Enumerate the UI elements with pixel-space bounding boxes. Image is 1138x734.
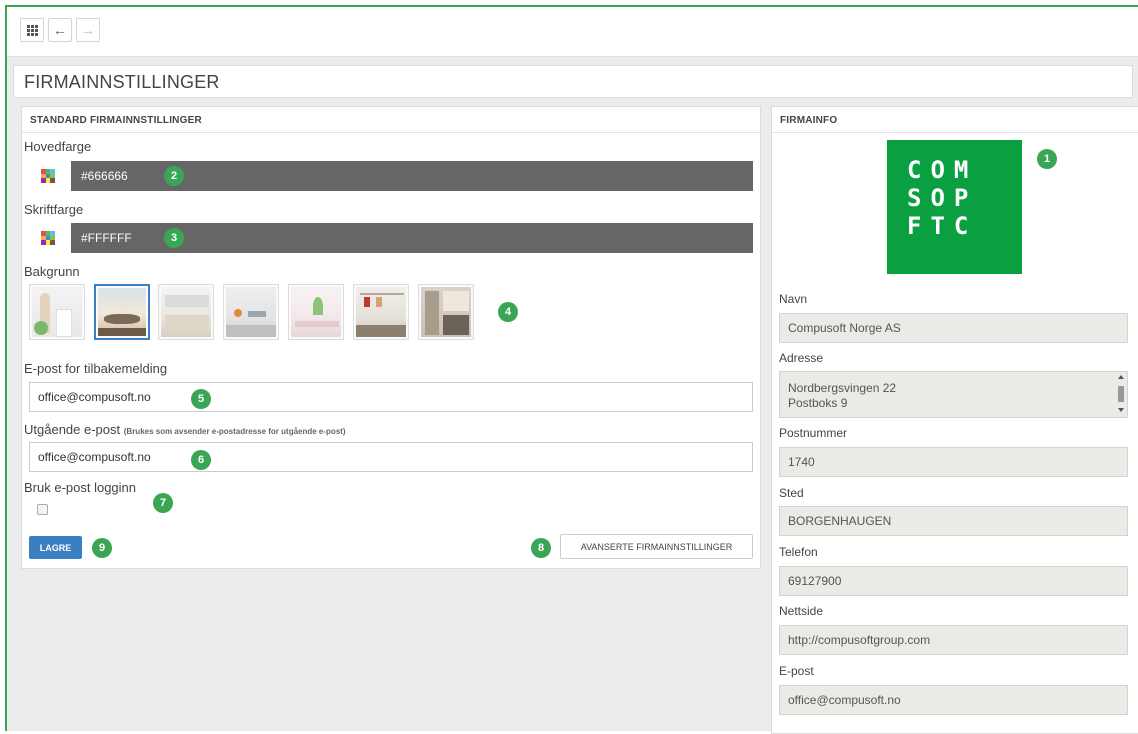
background-thumbnail[interactable]	[158, 284, 214, 340]
website-field[interactable]: http://compusoftgroup.com	[779, 625, 1128, 655]
color-palette-icon[interactable]	[41, 231, 55, 245]
callout-badge-6: 6	[191, 450, 211, 470]
callout-badge-4: 4	[498, 302, 518, 322]
address-field[interactable]: Nordbergsvingen 22 Postboks 9	[779, 371, 1128, 418]
background-thumbnail[interactable]	[288, 284, 344, 340]
font-color-value: #FFFFFF	[81, 231, 132, 245]
address-line: Nordbergsvingen 22	[788, 381, 897, 395]
scroll-up-icon[interactable]	[1118, 375, 1124, 379]
logo-line: COM	[907, 156, 978, 184]
app-frame: ← → FIRMAINNSTILLINGER STANDARD FIRMAINN…	[5, 5, 1138, 734]
callout-badge-7: 7	[153, 493, 173, 513]
callout-badge-2: 2	[164, 166, 184, 186]
outgoing-email-hint: (Brukes som avsender e-postadresse for u…	[123, 427, 346, 436]
email-field[interactable]: office@compusoft.no	[779, 685, 1128, 715]
outgoing-email-label-text: Utgående e-post	[24, 422, 121, 437]
logo-line: SOP	[907, 184, 978, 212]
panel-title: STANDARD FIRMAINNSTILLINGER	[22, 107, 760, 133]
grid-icon	[26, 24, 38, 36]
page-title: FIRMAINNSTILLINGER	[13, 65, 1133, 98]
website-value: http://compusoftgroup.com	[788, 633, 931, 647]
background-thumbnail-selected[interactable]	[94, 284, 150, 340]
apps-grid-button[interactable]	[20, 18, 44, 42]
arrow-right-icon: →	[81, 22, 95, 38]
background-thumbnail[interactable]	[418, 284, 474, 340]
callout-badge-8: 8	[531, 538, 551, 558]
logo-line: FTC	[907, 212, 978, 240]
phone-value: 69127900	[788, 574, 842, 588]
email-login-label: Bruk e-post logginn	[24, 480, 137, 495]
arrow-left-icon: ←	[53, 22, 67, 38]
phone-field[interactable]: 69127900	[779, 566, 1128, 596]
address-scrollbar[interactable]	[1116, 373, 1126, 415]
main-color-label: Hovedfarge	[24, 139, 92, 154]
save-button[interactable]: LAGRE	[29, 536, 82, 559]
name-label: Navn	[779, 292, 808, 306]
postnr-label: Postnummer	[779, 426, 848, 440]
name-value: Compusoft Norge AS	[788, 321, 901, 335]
advanced-settings-button[interactable]: AVANSERTE FIRMAINNSTILLINGER	[560, 534, 753, 559]
panel-title: FIRMAINFO	[772, 107, 1138, 133]
postnr-field[interactable]: 1740	[779, 447, 1128, 477]
website-label: Nettside	[779, 604, 824, 618]
background-thumbnail[interactable]	[353, 284, 409, 340]
email-value: office@compusoft.no	[788, 693, 901, 707]
place-field[interactable]: BORGENHAUGEN	[779, 506, 1128, 536]
place-value: BORGENHAUGEN	[788, 514, 892, 528]
top-toolbar: ← →	[7, 7, 1138, 57]
feedback-email-value: office@compusoft.no	[38, 390, 151, 404]
place-label: Sted	[779, 486, 804, 500]
email-label: E-post	[779, 664, 814, 678]
feedback-email-label: E-post for tilbakemelding	[24, 361, 168, 376]
background-thumbnail[interactable]	[223, 284, 279, 340]
outgoing-email-input[interactable]: office@compusoft.no	[29, 442, 753, 472]
background-label: Bakgrunn	[24, 264, 80, 279]
background-thumbnail[interactable]	[29, 284, 85, 340]
phone-label: Telefon	[779, 545, 818, 559]
company-logo: COM SOP FTC	[887, 140, 1022, 274]
scroll-thumb[interactable]	[1118, 386, 1124, 402]
forward-button[interactable]: →	[76, 18, 100, 42]
font-color-label: Skriftfarge	[24, 202, 84, 217]
address-label: Adresse	[779, 351, 824, 365]
main-color-value: #666666	[81, 169, 128, 183]
feedback-email-input[interactable]: office@compusoft.no	[29, 382, 753, 412]
callout-badge-9: 9	[92, 538, 112, 558]
callout-badge-3: 3	[164, 228, 184, 248]
callout-badge-1: 1	[1037, 149, 1057, 169]
color-palette-icon[interactable]	[41, 169, 55, 183]
name-field[interactable]: Compusoft Norge AS	[779, 313, 1128, 343]
email-login-checkbox[interactable]	[37, 504, 48, 515]
outgoing-email-label: Utgående e-post (Brukes som avsender e-p…	[24, 422, 346, 437]
scroll-down-icon[interactable]	[1118, 408, 1124, 412]
outgoing-email-value: office@compusoft.no	[38, 450, 151, 464]
postnr-value: 1740	[788, 455, 815, 469]
back-button[interactable]: ←	[48, 18, 72, 42]
callout-badge-5: 5	[191, 389, 211, 409]
address-line: Postboks 9	[788, 396, 848, 410]
